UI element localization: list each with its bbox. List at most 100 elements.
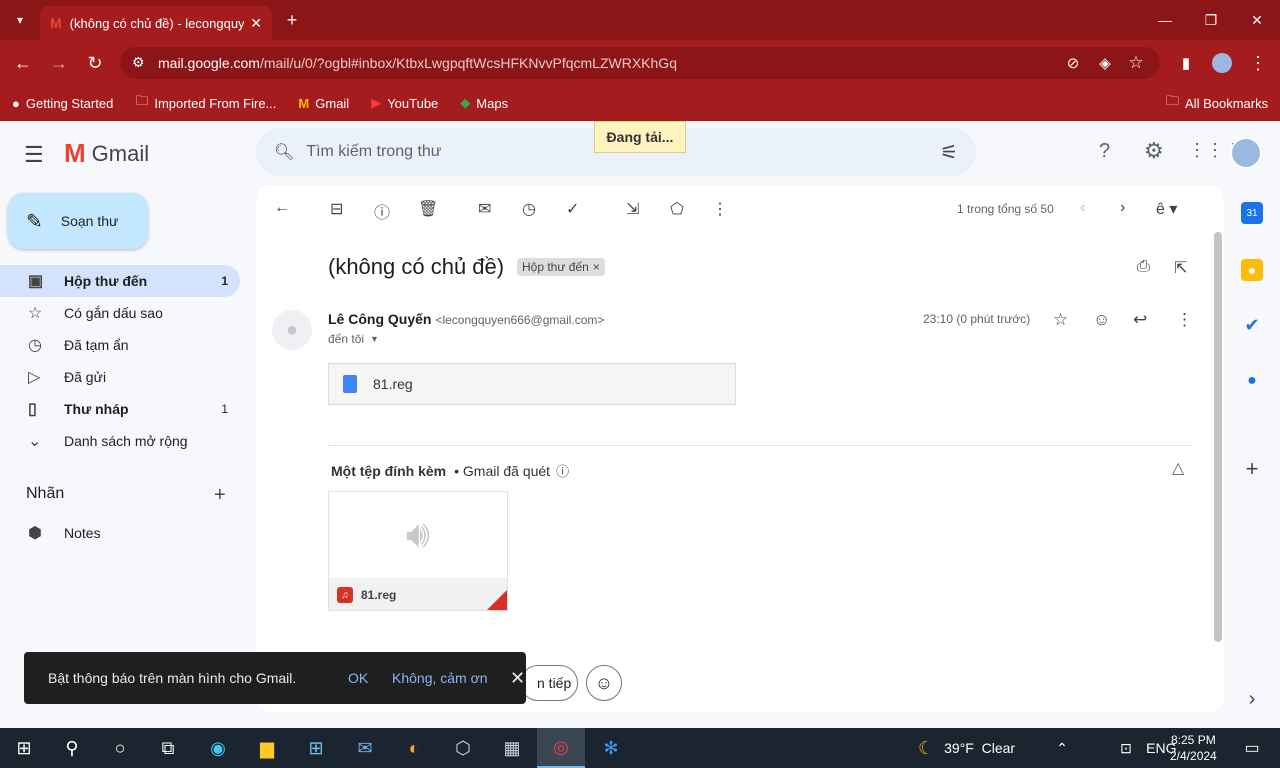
mark-unread-icon[interactable]: ✉ [478,199,491,219]
scrollbar-thumb[interactable] [1214,232,1222,642]
emoji-react-icon[interactable]: ☺ [1093,310,1110,330]
nav-inbox[interactable]: ▣ Hộp thư đến 1 [0,265,240,297]
address-bar[interactable]: ⚙ mail.google.com/mail/u/0/?ogbl#inbox/K… [120,47,1160,79]
browser-tab[interactable]: M (không có chủ đề) - lecongquyen ✕ [40,6,272,40]
site-info-icon[interactable]: ⚙ [132,54,145,71]
search-options-icon[interactable]: ⚟ [940,140,958,165]
expand-panel-icon[interactable]: › [1241,688,1263,710]
compose-button[interactable]: ✎ Soạn thư [8,193,148,249]
bookmark-maps[interactable]: ◆ Maps [460,95,508,111]
back-icon[interactable]: ← [8,48,38,78]
contacts-icon[interactable]: ● [1241,370,1263,392]
tray-chevron-icon[interactable]: ⌃ [1056,740,1120,757]
newer-chevron-icon[interactable]: ‹ [1080,199,1085,217]
attachment-card[interactable]: 🔊︎ ♫ 81.reg [328,491,508,611]
bookmark-folder-imported[interactable]: 🗀 Imported From Fire... [135,92,276,114]
older-chevron-icon[interactable]: › [1120,199,1125,217]
bookmark-gmail[interactable]: M Gmail [298,96,349,111]
gmail-logo-icon: M [64,138,86,168]
open-new-window-icon[interactable]: ⇱ [1174,258,1187,278]
remove-label-icon[interactable]: × [593,260,600,274]
chrome-taskbar-icon[interactable]: ◎ [537,728,585,768]
profile-avatar[interactable] [1212,53,1232,73]
print-icon[interactable]: ⎙ [1137,258,1150,276]
windows-start-icon[interactable]: ⊞ [0,728,48,768]
report-spam-icon[interactable]: ⓘ [374,199,390,223]
recipient-details[interactable]: đến tôi ▼ [328,332,379,346]
nav-snoozed[interactable]: ◷ Đã tạm ẩn [0,329,240,361]
add-to-drive-icon[interactable]: △ [1172,458,1184,478]
move-to-icon[interactable]: ⇲ [626,199,639,219]
emoji-reaction-button[interactable]: ☺ [586,665,622,701]
close-window-icon[interactable]: ✕ [1234,0,1280,40]
account-avatar[interactable] [1230,137,1262,169]
moon-weather-icon: ☾ [918,737,935,758]
snackbar-ok-button[interactable]: OK [348,670,392,686]
star-message-icon[interactable]: ☆ [1053,310,1068,330]
tasks-icon[interactable]: ✔ [1241,314,1263,336]
tab-search-icon[interactable]: ▾ [8,8,32,32]
delete-icon[interactable]: 🗑︎ [418,199,438,219]
reload-icon[interactable]: ↻ [80,48,110,78]
cortana-icon[interactable]: ○ [96,728,144,768]
clock[interactable]: 8:25 PM 2/4/2024 [1170,732,1217,764]
camera-blocked-icon[interactable]: ⊘ [1058,48,1088,78]
side-panel-icon[interactable]: ▮ [1171,48,1201,78]
network-icon[interactable]: ⊡ [1120,740,1146,757]
taskbar-search-icon[interactable]: ⚲ [48,728,96,768]
clock-icon: ◷ [28,337,42,354]
virtualbox-icon[interactable]: ⬡ [439,728,487,768]
keep-icon[interactable]: ● [1241,259,1263,281]
help-icon[interactable]: ? [1099,140,1110,163]
app-window-icon[interactable]: ▦ [488,728,536,768]
browser-menu-icon[interactable]: ⋮ [1243,48,1273,78]
notification-center-icon[interactable]: ▭ [1228,728,1276,768]
bookmark-getting-started[interactable]: ● Getting Started [12,96,113,111]
get-addons-icon[interactable]: + [1241,456,1263,481]
search-icon[interactable]: 🔍︎ [274,142,294,162]
nav-drafts[interactable]: ▯ Thư nháp 1 [0,393,240,425]
details-dropdown-icon[interactable]: ▼ [370,334,379,344]
calendar-icon[interactable]: 31 [1241,202,1263,224]
input-tools-icon[interactable]: ê ▾ [1156,199,1177,219]
settings-gear-icon[interactable]: ⚙ [1144,138,1164,164]
app-icon[interactable]: ◐ [390,728,438,768]
forward-button[interactable]: n tiếp [520,665,578,701]
back-to-inbox-icon[interactable]: ← [274,199,290,217]
new-tab-icon[interactable]: + [282,6,302,34]
main-menu-icon[interactable]: ☰ [24,142,44,168]
all-bookmarks[interactable]: 🗀 All Bookmarks [1166,92,1268,114]
mail-app-icon[interactable]: ✉ [341,728,389,768]
restore-icon[interactable]: ❐ [1188,0,1234,40]
tab-close-icon[interactable]: ✕ [250,15,262,32]
task-view-icon[interactable]: ⧉ [144,728,192,768]
add-task-icon[interactable]: ✓ [566,199,579,219]
minimize-icon[interactable]: — [1142,0,1188,40]
label-notes[interactable]: ⬢ Notes [0,517,240,549]
labels-icon[interactable]: ⬠ [670,199,684,219]
message-more-icon[interactable]: ⋮ [1176,310,1193,330]
gmail-logo[interactable]: M Gmail [64,138,149,169]
snooze-icon[interactable]: ◷ [522,199,536,219]
nav-more[interactable]: ⌄ Danh sách mở rộng [0,425,240,457]
nav-sent[interactable]: ▷ Đã gửi [0,361,240,393]
nav-starred[interactable]: ☆ Có gắn dấu sao [0,297,240,329]
bookmark-youtube[interactable]: ▶ YouTube [371,95,438,111]
inline-attachment-chip[interactable]: 81.reg [328,363,736,405]
store-icon[interactable]: ⊞ [292,728,340,768]
more-actions-icon[interactable]: ⋮ [712,199,728,219]
file-explorer-icon[interactable]: ▆ [243,728,291,768]
snackbar-close-icon[interactable]: ✕ [510,668,525,689]
app-blue-icon[interactable]: ✻ [587,728,635,768]
info-icon[interactable]: ⓘ [556,461,569,480]
archive-icon[interactable]: ⊟ [330,199,343,219]
snackbar-decline-button[interactable]: Không, cảm ơn [392,670,510,686]
weather-text[interactable]: 39°F Clear [944,740,1056,756]
reply-icon[interactable]: ↩ [1133,310,1147,330]
bookmark-star-icon[interactable]: ☆ [1121,48,1151,78]
edge-icon[interactable]: ◉ [194,728,242,768]
forward-icon[interactable]: → [44,48,74,78]
add-label-icon[interactable]: + [214,484,226,507]
extension-icon[interactable]: ◈ [1090,48,1120,78]
inbox-label-chip[interactable]: Hộp thư đến × [517,258,605,276]
